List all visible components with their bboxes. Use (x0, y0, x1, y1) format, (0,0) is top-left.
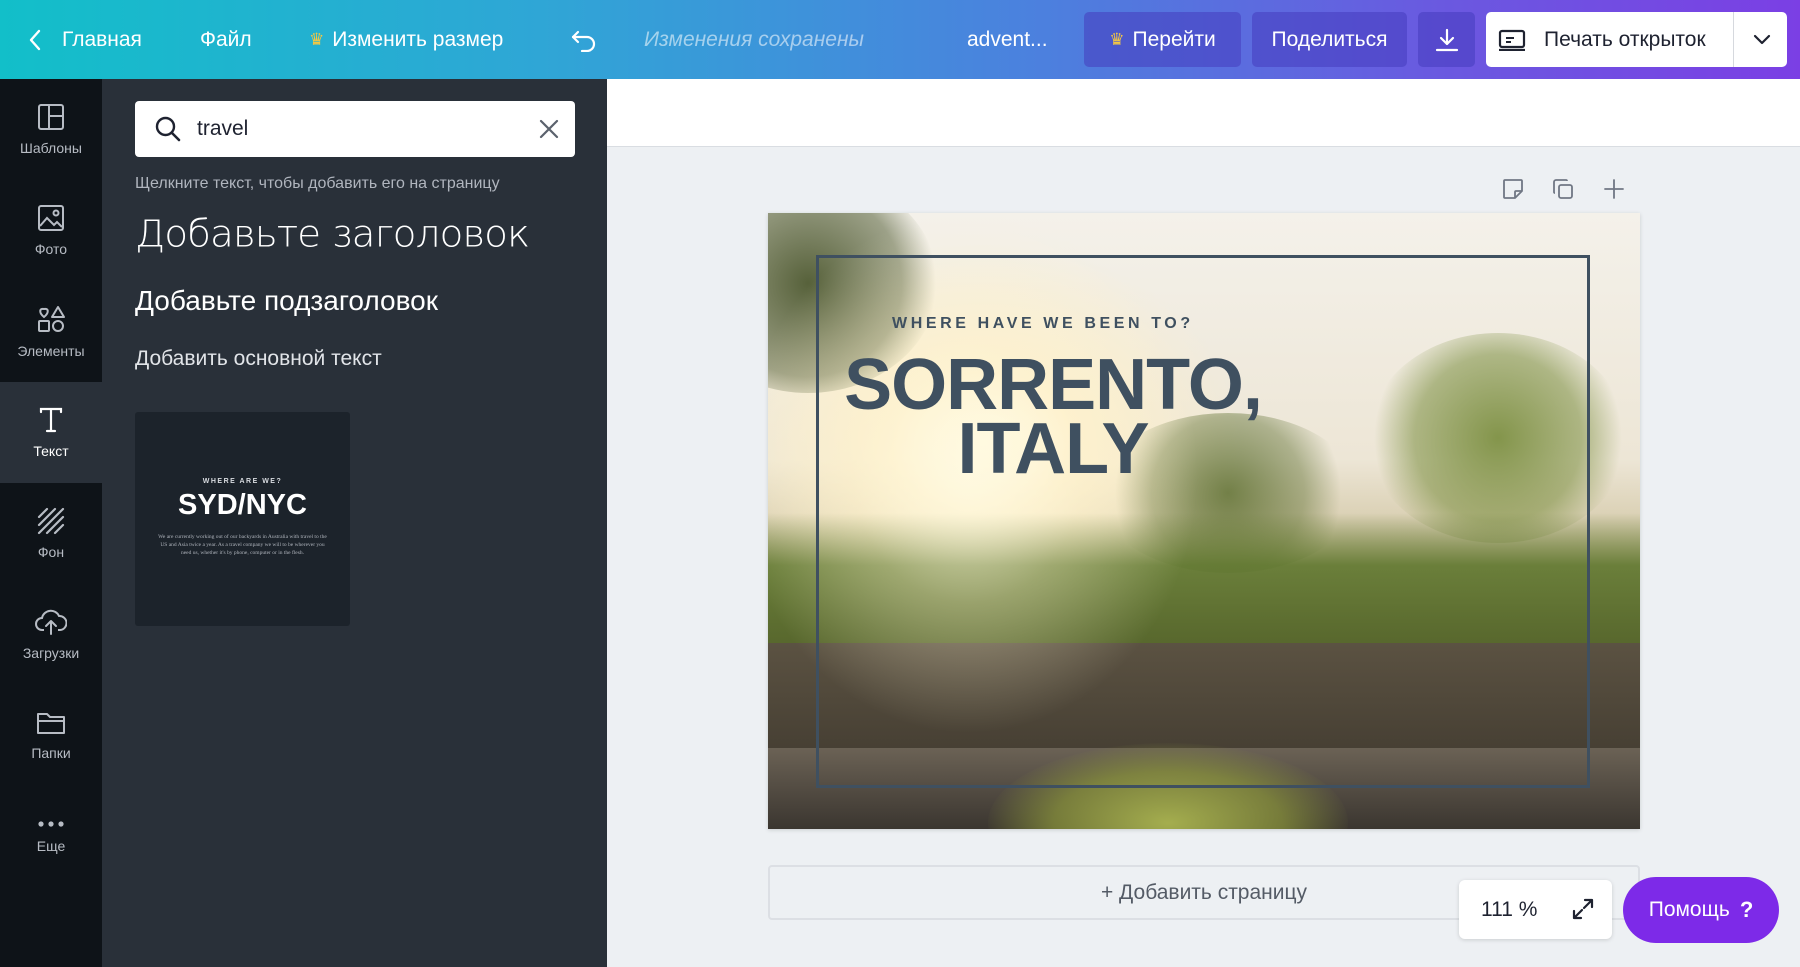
add-body-text-button[interactable]: Добавить основной текст (135, 347, 382, 371)
undo-icon (571, 30, 596, 52)
chevron-left-icon (29, 29, 41, 50)
template-paragraph: We are currently working out of our back… (158, 534, 327, 556)
share-label: Поделиться (1271, 27, 1388, 51)
card-tagline[interactable]: WHERE HAVE WE BEEN TO? (892, 315, 1194, 333)
saved-status-text: Изменения сохранены (644, 27, 864, 51)
canvas-area: WHERE HAVE WE BEEN TO? SORRENTO, ITALY +… (607, 79, 1800, 967)
template-big-text: SYD/NYC (178, 489, 307, 521)
page-note-button[interactable] (1498, 174, 1528, 204)
rail-item-elements[interactable]: Элементы (0, 281, 102, 382)
rail-label: Шаблоны (20, 140, 82, 156)
document-title[interactable]: advent... (967, 0, 1048, 79)
more-icon (38, 821, 64, 827)
rail-label: Элементы (17, 343, 85, 359)
photo-icon (38, 205, 64, 231)
folder-icon (37, 713, 65, 734)
resize-button[interactable]: ♛ Изменить размер (309, 0, 503, 79)
help-label: Помощь (1648, 898, 1730, 921)
close-icon[interactable] (539, 119, 559, 139)
crown-icon: ♛ (1109, 29, 1125, 49)
top-bar: Главная Файл ♛ Изменить размер Изменения… (0, 0, 1800, 79)
template-small-text: WHERE ARE WE? (202, 478, 283, 485)
copy-icon (1553, 179, 1573, 199)
rail-item-templates[interactable]: Шаблоны (0, 79, 102, 180)
add-page-label: + Добавить страницу (1100, 880, 1308, 904)
print-cards-button[interactable]: Печать открыток (1486, 12, 1787, 67)
print-cards-label: Печать открыток (1544, 27, 1706, 51)
document-title-text: advent... (967, 27, 1048, 51)
home-label: Главная (62, 27, 142, 51)
rail-label: Еще (36, 838, 66, 854)
side-nav-rail: Шаблоны Фото Элементы Текст Фон Загрузки… (0, 79, 102, 967)
background-icon (37, 507, 65, 535)
elements-icon (38, 306, 65, 332)
file-menu-button[interactable]: Файл (200, 0, 252, 79)
rail-item-folders[interactable]: Папки (0, 685, 102, 786)
help-button[interactable]: Помощь ? (1623, 877, 1779, 943)
rail-label: Фон (37, 544, 65, 560)
rail-item-more[interactable]: Еще (0, 786, 102, 887)
rail-label: Загрузки (22, 645, 80, 661)
add-heading-button[interactable]: Добавьте заголовок (135, 213, 530, 256)
download-button[interactable] (1418, 12, 1475, 67)
search-input[interactable] (197, 101, 517, 157)
rail-label: Папки (31, 745, 71, 761)
save-status: Изменения сохранены (644, 0, 864, 79)
home-button[interactable]: Главная (28, 0, 142, 79)
card-frame-border[interactable] (816, 255, 1590, 788)
card-title[interactable]: SORRENTO, ITALY (838, 349, 1268, 485)
fullscreen-icon[interactable] (1571, 897, 1595, 921)
search-icon (155, 116, 181, 142)
crown-icon: ♛ (309, 29, 325, 49)
templates-icon (38, 104, 64, 130)
plus-icon (1604, 179, 1624, 199)
rail-item-background[interactable]: Фон (0, 483, 102, 584)
duplicate-page-button[interactable] (1548, 174, 1578, 204)
note-icon (1503, 179, 1523, 199)
upload-icon (35, 609, 67, 635)
file-label: Файл (200, 27, 252, 51)
rail-label: Фото (34, 241, 68, 257)
rail-item-photos[interactable]: Фото (0, 180, 102, 281)
question-icon: ? (1739, 897, 1754, 922)
panel-hint: Щелкните текст, чтобы добавить его на ст… (135, 175, 500, 192)
chevron-down-icon[interactable] (1753, 34, 1771, 46)
go-button[interactable]: ♛ Перейти (1084, 12, 1241, 67)
zoom-value: 111 % (1481, 897, 1538, 921)
go-label: Перейти (1132, 27, 1216, 51)
print-card-icon (1498, 29, 1526, 51)
rail-item-text[interactable]: Текст (0, 382, 102, 483)
download-icon (1435, 28, 1458, 51)
add-page-plus-button[interactable] (1599, 174, 1629, 204)
zoom-control[interactable]: 111 % (1459, 880, 1612, 939)
share-button[interactable]: Поделиться (1252, 12, 1407, 67)
rail-label: Текст (33, 443, 69, 459)
canvas-top-strip (607, 79, 1800, 147)
text-template-card[interactable]: WHERE ARE WE? SYD/NYC We are currently w… (135, 412, 350, 626)
resize-label: Изменить размер (332, 27, 504, 51)
search-box (135, 101, 575, 157)
add-subheading-button[interactable]: Добавьте подзаголовок (135, 285, 438, 317)
text-panel: Щелкните текст, чтобы добавить его на ст… (102, 79, 607, 967)
rail-item-uploads[interactable]: Загрузки (0, 584, 102, 685)
undo-button[interactable] (570, 0, 598, 79)
design-page[interactable]: WHERE HAVE WE BEEN TO? SORRENTO, ITALY (768, 213, 1640, 829)
text-icon (39, 407, 63, 433)
button-divider (1733, 12, 1734, 67)
